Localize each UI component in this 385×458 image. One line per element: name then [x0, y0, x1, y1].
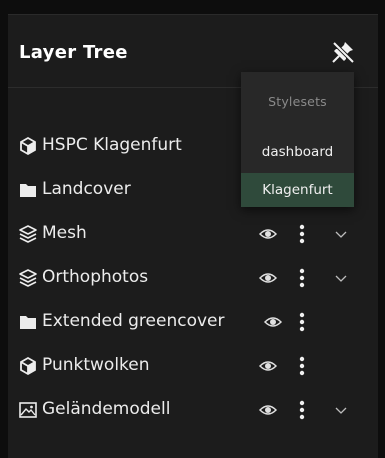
more-options-icon[interactable] [297, 399, 307, 421]
image-icon [19, 402, 37, 418]
layer-label: Extended greencover [42, 311, 225, 331]
more-options-icon[interactable] [297, 311, 307, 333]
layer-label: Punktwolken [42, 355, 150, 375]
layer-tree-panel: Layer Tree HSPC Klagenfurt Landcover Mes… [8, 14, 378, 458]
layer-row-mesh[interactable]: Mesh [8, 217, 378, 251]
chevron-down-icon[interactable] [334, 271, 348, 285]
visibility-eye-icon[interactable] [259, 225, 277, 243]
layer-label: HSPC Klagenfurt [42, 135, 182, 155]
app-frame: Layer Tree HSPC Klagenfurt Landcover Mes… [0, 0, 385, 458]
styleset-item-dashboard[interactable]: dashboard [241, 135, 354, 169]
layer-label: Landcover [42, 179, 131, 199]
layers-icon [19, 269, 37, 287]
layer-label: Geländemodell [42, 399, 171, 419]
cube-icon [20, 356, 36, 376]
more-options-icon[interactable] [297, 267, 307, 289]
chevron-down-icon[interactable] [334, 403, 348, 417]
layer-row-punktwolken[interactable]: Punktwolken [8, 349, 378, 383]
more-options-icon[interactable] [297, 223, 307, 245]
layer-label: Orthophotos [42, 267, 149, 287]
visibility-eye-icon[interactable] [264, 313, 282, 331]
panel-title: Layer Tree [19, 42, 128, 63]
visibility-eye-icon[interactable] [259, 401, 277, 419]
styleset-item-klagenfurt[interactable]: Klagenfurt [241, 173, 354, 207]
stylesets-dropdown: Stylesets dashboard Klagenfurt [241, 72, 354, 207]
folder-icon [20, 184, 36, 197]
layer-row-gelaendemodell[interactable]: Geländemodell [8, 393, 378, 427]
stylesets-header: Stylesets [268, 94, 327, 109]
layer-label: Mesh [42, 223, 87, 243]
visibility-eye-icon[interactable] [259, 269, 277, 287]
layer-row-orthophotos[interactable]: Orthophotos [8, 261, 378, 295]
unpin-button[interactable] [330, 39, 356, 65]
visibility-eye-icon[interactable] [259, 357, 277, 375]
folder-icon [20, 316, 36, 329]
layers-icon [19, 225, 37, 243]
more-options-icon[interactable] [297, 355, 307, 377]
pin-off-icon [332, 41, 355, 64]
chevron-down-icon[interactable] [334, 227, 348, 241]
layer-row-extended-greencover[interactable]: Extended greencover [8, 305, 378, 339]
cube-icon [20, 136, 36, 156]
